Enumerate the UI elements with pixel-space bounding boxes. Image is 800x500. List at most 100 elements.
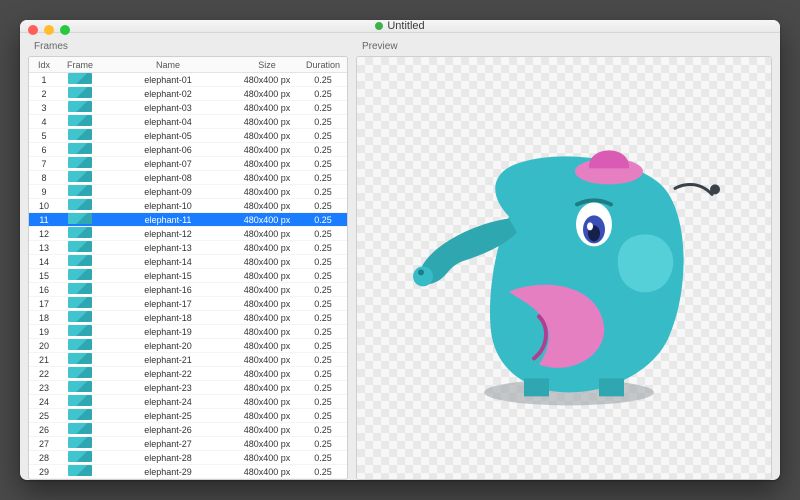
app-window: Untitled Frames Idx Frame Name Size Dura… [20,20,780,480]
cell-name: elephant-08 [101,173,235,183]
table-row[interactable]: 18elephant-18480x400 px0.25 [29,311,347,325]
minimize-icon[interactable] [44,25,54,35]
col-idx[interactable]: Idx [29,60,59,70]
thumbnail-icon [68,255,92,266]
window-title: Untitled [387,20,424,32]
table-row[interactable]: 25elephant-25480x400 px0.25 [29,409,347,423]
col-duration[interactable]: Duration [299,60,347,70]
table-row[interactable]: 1elephant-01480x400 px0.25 [29,73,347,87]
cell-size: 480x400 px [235,271,299,281]
cell-thumb [59,353,101,366]
cell-duration: 0.25 [299,453,347,463]
cell-thumb [59,311,101,324]
preview-panel: Preview [356,41,772,480]
cell-size: 480x400 px [235,355,299,365]
table-row[interactable]: 22elephant-22480x400 px0.25 [29,367,347,381]
cell-name: elephant-19 [101,327,235,337]
col-frame[interactable]: Frame [59,60,101,70]
cell-idx: 18 [29,313,59,323]
table-body[interactable]: 1elephant-01480x400 px0.252elephant-0248… [29,73,347,479]
cell-idx: 6 [29,145,59,155]
cell-thumb [59,367,101,380]
thumbnail-icon [68,73,92,84]
table-row[interactable]: 15elephant-15480x400 px0.25 [29,269,347,283]
cell-duration: 0.25 [299,467,347,477]
cell-size: 480x400 px [235,285,299,295]
cell-name: elephant-11 [101,215,235,225]
thumbnail-icon [68,213,92,224]
zoom-icon[interactable] [60,25,70,35]
cell-name: elephant-01 [101,75,235,85]
table-row[interactable]: 9elephant-09480x400 px0.25 [29,185,347,199]
cell-size: 480x400 px [235,313,299,323]
cell-size: 480x400 px [235,383,299,393]
table-row[interactable]: 23elephant-23480x400 px0.25 [29,381,347,395]
thumbnail-icon [68,409,92,420]
thumbnail-icon [68,311,92,322]
cell-duration: 0.25 [299,257,347,267]
cell-size: 480x400 px [235,173,299,183]
cell-idx: 12 [29,229,59,239]
cell-thumb [59,227,101,240]
cell-size: 480x400 px [235,411,299,421]
cell-size: 480x400 px [235,229,299,239]
table-row[interactable]: 19elephant-19480x400 px0.25 [29,325,347,339]
cell-duration: 0.25 [299,215,347,225]
preview-canvas[interactable] [356,56,772,480]
cell-idx: 22 [29,369,59,379]
table-row[interactable]: 29elephant-29480x400 px0.25 [29,465,347,479]
table-row[interactable]: 17elephant-17480x400 px0.25 [29,297,347,311]
thumbnail-icon [68,171,92,182]
col-size[interactable]: Size [235,60,299,70]
titlebar[interactable]: Untitled [20,20,780,33]
cell-idx: 13 [29,243,59,253]
cell-duration: 0.25 [299,341,347,351]
cell-size: 480x400 px [235,131,299,141]
cell-thumb [59,269,101,282]
table-row[interactable]: 4elephant-04480x400 px0.25 [29,115,347,129]
cell-name: elephant-20 [101,341,235,351]
cell-idx: 15 [29,271,59,281]
table-row[interactable]: 10elephant-10480x400 px0.25 [29,199,347,213]
table-row[interactable]: 11elephant-11480x400 px0.25 [29,213,347,227]
cell-thumb [59,255,101,268]
cell-thumb [59,185,101,198]
cell-idx: 2 [29,89,59,99]
cell-size: 480x400 px [235,145,299,155]
cell-idx: 26 [29,425,59,435]
cell-idx: 5 [29,131,59,141]
table-row[interactable]: 5elephant-05480x400 px0.25 [29,129,347,143]
table-row[interactable]: 14elephant-14480x400 px0.25 [29,255,347,269]
table-row[interactable]: 12elephant-12480x400 px0.25 [29,227,347,241]
cell-duration: 0.25 [299,145,347,155]
table-row[interactable]: 13elephant-13480x400 px0.25 [29,241,347,255]
table-row[interactable]: 2elephant-02480x400 px0.25 [29,87,347,101]
cell-thumb [59,339,101,352]
col-name[interactable]: Name [101,60,235,70]
close-icon[interactable] [28,25,38,35]
table-row[interactable]: 26elephant-26480x400 px0.25 [29,423,347,437]
cell-duration: 0.25 [299,117,347,127]
table-row[interactable]: 3elephant-03480x400 px0.25 [29,101,347,115]
cell-name: elephant-12 [101,229,235,239]
cell-size: 480x400 px [235,75,299,85]
table-row[interactable]: 21elephant-21480x400 px0.25 [29,353,347,367]
thumbnail-icon [68,101,92,112]
table-row[interactable]: 7elephant-07480x400 px0.25 [29,157,347,171]
cell-duration: 0.25 [299,285,347,295]
table-row[interactable]: 16elephant-16480x400 px0.25 [29,283,347,297]
table-row[interactable]: 27elephant-27480x400 px0.25 [29,437,347,451]
cell-thumb [59,409,101,422]
preview-image [399,126,729,421]
table-row[interactable]: 8elephant-08480x400 px0.25 [29,171,347,185]
cell-thumb [59,171,101,184]
table-row[interactable]: 28elephant-28480x400 px0.25 [29,451,347,465]
table-row[interactable]: 6elephant-06480x400 px0.25 [29,143,347,157]
table-row[interactable]: 24elephant-24480x400 px0.25 [29,395,347,409]
thumbnail-icon [68,353,92,364]
cell-name: elephant-05 [101,131,235,141]
table-row[interactable]: 20elephant-20480x400 px0.25 [29,339,347,353]
cell-name: elephant-03 [101,103,235,113]
cell-size: 480x400 px [235,341,299,351]
cell-size: 480x400 px [235,243,299,253]
